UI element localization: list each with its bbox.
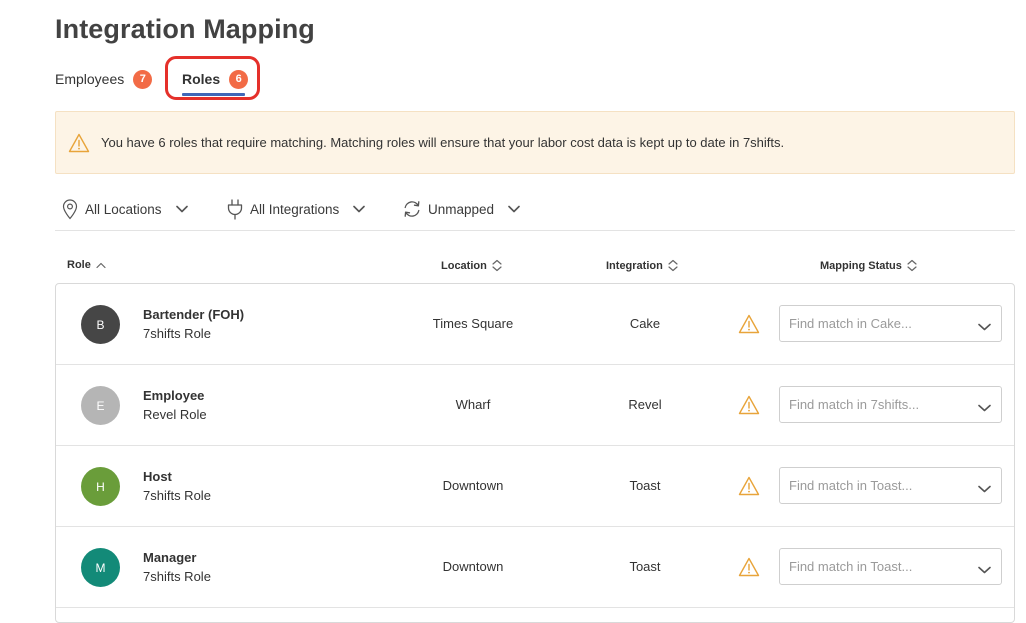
location-filter-dropdown[interactable]: All Locations [61,197,188,221]
find-match-dropdown[interactable]: Find match in 7shifts... [779,386,1002,423]
role-location: Downtown [442,559,504,574]
location-pin-icon [61,198,79,220]
table-row: H Host 7shifts Role Downtown Toast Find … [56,446,1014,527]
chevron-down-icon [978,318,991,336]
role-source: 7shifts Role [143,326,211,341]
chevron-down-icon [978,561,991,579]
find-match-dropdown[interactable]: Find match in Toast... [779,548,1002,585]
tab-employees-count-badge: 7 [133,69,153,89]
column-header-location-label: Location [441,259,487,272]
role-name: Bartender (FOH) [143,307,245,322]
tab-employees[interactable]: Employees 7 [55,68,153,90]
active-tab-indicator [182,93,245,96]
unmatched-roles-alert: You have 6 roles that require matching. … [55,111,1015,174]
tab-roles[interactable]: Roles 6 [182,68,249,90]
integration-filter-label: All Integrations [250,201,340,217]
warning-icon [738,557,760,577]
chevron-down-icon [978,399,991,417]
role-name: Employee [143,388,205,403]
column-header-mapping-status-label: Mapping Status [820,259,902,272]
avatar: H [81,467,120,506]
chevron-down-icon [508,205,520,213]
avatar: E [81,386,120,425]
role-source: Revel Role [143,407,207,422]
chevron-down-icon [978,480,991,498]
page-title: Integration Mapping [55,14,315,44]
warning-icon [738,395,760,415]
role-integration: Cake [629,316,661,331]
sort-icon [902,259,917,272]
mapping-status-filter-dropdown[interactable]: Unmapped [402,197,520,221]
alert-message: You have 6 roles that require matching. … [101,135,785,150]
table-row: B Bartender (FOH) 7shifts Role Times Squ… [56,284,1014,365]
find-match-dropdown[interactable]: Find match in Cake... [779,305,1002,342]
tab-employees-label: Employees [55,71,125,87]
role-integration: Toast [629,559,661,574]
find-match-placeholder: Find match in Cake... [789,316,912,331]
refresh-icon [402,199,422,219]
column-header-location[interactable]: Location [441,259,502,272]
role-name: Manager [143,550,197,565]
integration-filter-dropdown[interactable]: All Integrations [226,197,366,221]
role-name: Host [143,469,172,484]
tab-roles-count-badge: 6 [229,69,249,89]
find-match-dropdown[interactable]: Find match in Toast... [779,467,1002,504]
role-source: 7shifts Role [143,569,211,584]
mapping-status-filter-label: Unmapped [428,201,495,217]
column-header-integration[interactable]: Integration [606,259,678,272]
role-location: Times Square [432,316,514,331]
roles-table: B Bartender (FOH) 7shifts Role Times Squ… [55,283,1015,623]
role-location: Downtown [442,478,504,493]
role-location: Wharf [455,397,491,412]
column-header-role-label: Role [67,259,91,271]
warning-icon [738,314,760,334]
role-integration: Revel [628,397,662,412]
find-match-placeholder: Find match in Toast... [789,478,913,493]
table-row: M Manager 7shifts Role Downtown Toast Fi… [56,527,1014,608]
role-integration: Toast [629,478,661,493]
sort-icon [663,259,678,272]
column-header-integration-label: Integration [606,259,663,272]
avatar: B [81,305,120,344]
chevron-down-icon [353,205,366,213]
location-filter-label: All Locations [85,201,162,217]
chevron-down-icon [175,205,188,213]
avatar: M [81,548,120,587]
table-row: E Employee Revel Role Wharf Revel Find m… [56,365,1014,446]
column-header-role[interactable]: Role [67,259,106,271]
column-header-mapping-status[interactable]: Mapping Status [820,259,917,272]
tab-roles-label: Roles [182,71,221,87]
filter-bar: All Locations All Integrations Unmapped [55,193,1015,231]
find-match-placeholder: Find match in 7shifts... [789,397,920,412]
warning-icon [738,476,760,496]
sort-icon [487,259,502,272]
plug-icon [226,198,244,220]
role-source: 7shifts Role [143,488,211,503]
find-match-placeholder: Find match in Toast... [789,559,913,574]
warning-icon [68,132,90,154]
sort-ascending-icon [91,262,106,269]
